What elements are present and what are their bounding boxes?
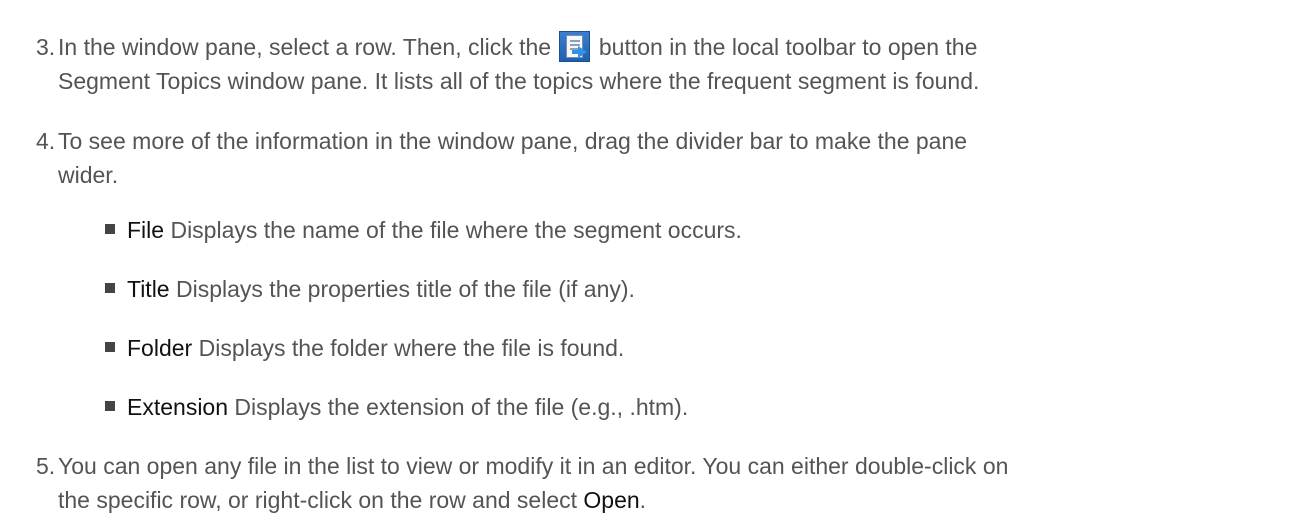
- step-text: You can open any file in the list to vie…: [58, 449, 1285, 517]
- step-number: 4.: [36, 128, 56, 154]
- field-description: Displays the folder where the file is fo…: [198, 335, 625, 361]
- step-number: 5.: [36, 453, 56, 479]
- field-description: Displays the name of the file where the …: [170, 217, 742, 243]
- step-text-line2: the specific row, or right-click on the …: [58, 487, 578, 513]
- field-term: Folder: [127, 335, 193, 361]
- step-text-line2: wider.: [58, 162, 119, 188]
- bullet-square-icon: [105, 401, 115, 411]
- bullet-square-icon: [105, 224, 115, 234]
- open-command-term: Open: [583, 487, 640, 513]
- open-topics-icon[interactable]: [559, 31, 591, 62]
- step-text-line1: To see more of the information in the wi…: [58, 128, 968, 154]
- field-term: Extension: [127, 394, 229, 420]
- step-text-line1: You can open any file in the list to vie…: [58, 453, 1009, 479]
- field-term: Title: [127, 276, 170, 302]
- step-text-line2: Segment Topics window pane. It lists all…: [58, 68, 980, 94]
- step-number: 3.: [36, 34, 56, 60]
- bullet-square-icon: [105, 342, 115, 352]
- step-text: To see more of the information in the wi…: [58, 124, 1285, 192]
- field-description: Displays the properties title of the fil…: [176, 276, 635, 302]
- field-term: File: [127, 217, 165, 243]
- field-description: Displays the extension of the file (e.g.…: [234, 394, 689, 420]
- bullet-square-icon: [105, 283, 115, 293]
- step-text-line1-start: In the window pane, select a row. Then, …: [58, 34, 552, 60]
- step-text-period: .: [639, 487, 647, 513]
- step-text-line1-end: button in the local toolbar to open the: [598, 34, 978, 60]
- step-text: In the window pane, select a row. Then, …: [58, 30, 1285, 98]
